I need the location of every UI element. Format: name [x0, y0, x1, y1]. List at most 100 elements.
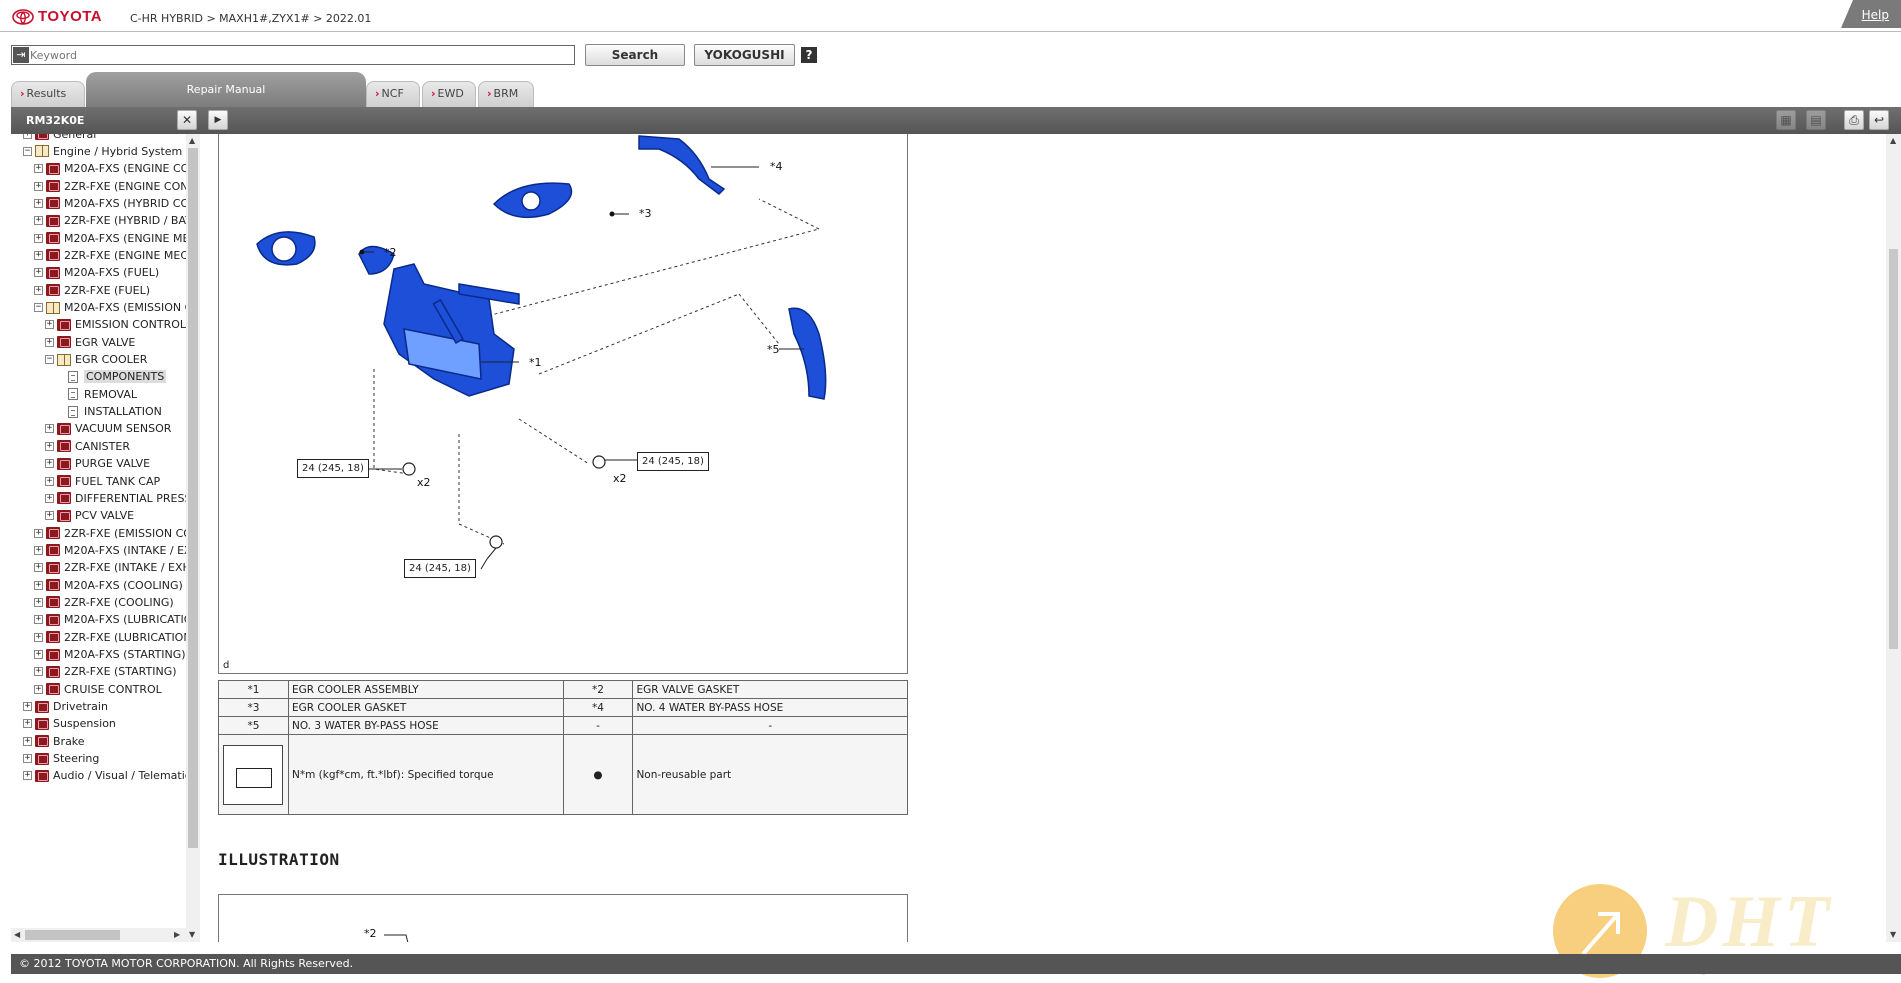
expand-icon[interactable]: + — [34, 528, 43, 538]
tree-item[interactable]: − Engine / Hybrid System — [23, 142, 199, 160]
tree-hscroll-thumb[interactable] — [25, 930, 120, 940]
tree-horizontal-scrollbar[interactable]: ◀ ▶ — [11, 928, 186, 942]
tree-item[interactable]: + Drivetrain — [23, 698, 199, 716]
tree-item[interactable]: + Steering — [23, 750, 199, 768]
tree-item[interactable]: + M20A-FXS (HYBRID CONTROL) — [34, 194, 199, 212]
close-tree-button[interactable]: ✕ — [177, 110, 197, 130]
expand-icon[interactable]: + — [34, 216, 43, 226]
layout-grid-button[interactable]: ▦ — [1776, 110, 1796, 130]
expand-icon[interactable]: + — [23, 736, 32, 746]
question-icon[interactable]: ? — [801, 47, 817, 63]
tab-repair-manual[interactable]: Repair Manual — [86, 72, 366, 107]
expand-icon[interactable]: + — [34, 684, 43, 694]
tree-item[interactable]: +2ZR-FXE (FUEL) — [34, 281, 199, 299]
tab-results[interactable]: › Results — [11, 81, 85, 107]
help-link[interactable]: Help — [1862, 8, 1889, 22]
tree-item[interactable]: + M20A-FXS (ENGINE MECHANICAL) — [34, 229, 199, 247]
expand-icon[interactable]: + — [34, 164, 43, 174]
tree-item[interactable]: + M20A-FXS (COOLING) — [34, 576, 199, 594]
tree-item[interactable]: + EGR VALVE — [45, 333, 199, 351]
scroll-down-icon[interactable]: ▼ — [189, 930, 195, 939]
expand-icon[interactable]: + — [45, 459, 54, 469]
tree-item[interactable]: + M20A-FXS (ENGINE CONTROL) — [34, 160, 199, 178]
scroll-down-icon[interactable]: ▼ — [1890, 930, 1896, 939]
expand-icon[interactable]: + — [34, 268, 43, 278]
tree-item[interactable]: + M20A-FXS (STARTING) — [34, 646, 199, 664]
expand-icon[interactable]: + — [34, 563, 43, 573]
tree-item[interactable]: + M20A-FXS (LUBRICATION) — [34, 611, 199, 629]
expand-icon[interactable]: + — [45, 424, 54, 434]
tree-item[interactable]: +2ZR-FXE (INTAKE / EXHAUST) — [34, 559, 199, 577]
tree-item[interactable]: +2ZR-FXE (ENGINE CONTROL) — [34, 177, 199, 195]
expand-icon[interactable]: + — [23, 754, 32, 764]
expand-icon[interactable]: + — [34, 615, 43, 625]
tree-item[interactable]: − M20A-FXS (EMISSION CONTROL) — [34, 299, 199, 317]
tree-item[interactable]: + FUEL TANK CAP — [45, 472, 199, 490]
tab-ewd[interactable]: › EWD — [422, 81, 476, 107]
expand-icon[interactable]: + — [34, 597, 43, 607]
tree-vertical-scrollbar[interactable]: ▲ ▼ — [186, 134, 200, 942]
tree-item[interactable]: +2ZR-FXE (STARTING) — [34, 663, 199, 681]
tree-item[interactable]: + PCV VALVE — [45, 507, 199, 525]
tree-item[interactable]: + Suspension — [23, 715, 199, 733]
expand-icon[interactable]: + — [34, 580, 43, 590]
tree-item[interactable]: − EGR COOLER — [45, 351, 199, 369]
expand-icon[interactable]: + — [34, 233, 43, 243]
tree-item[interactable]: REMOVAL — [68, 385, 199, 403]
expand-icon[interactable]: + — [23, 134, 32, 139]
tree-item[interactable]: COMPONENTS — [68, 368, 199, 386]
content-scroll-thumb[interactable] — [1889, 249, 1898, 649]
tree-item[interactable]: +2ZR-FXE (ENGINE MECHANICAL) — [34, 246, 199, 264]
tree-item[interactable]: + Audio / Visual / Telematics — [23, 767, 199, 785]
expand-icon[interactable]: + — [45, 511, 54, 521]
back-button[interactable]: ↩ — [1869, 110, 1889, 130]
tree-item[interactable]: INSTALLATION — [68, 403, 199, 421]
scroll-up-icon[interactable]: ▲ — [189, 136, 195, 145]
scroll-right-icon[interactable]: ▶ — [174, 930, 180, 939]
tree-item[interactable]: + EMISSION CONTROL SYSTEM — [45, 316, 199, 334]
expand-icon[interactable]: + — [45, 337, 54, 347]
tree-item[interactable]: + M20A-FXS (FUEL) — [34, 264, 199, 282]
expand-icon[interactable]: + — [45, 493, 54, 503]
expand-icon[interactable]: + — [34, 198, 43, 208]
tree-item[interactable]: + PURGE VALVE — [45, 455, 199, 473]
tree-item[interactable]: + Brake — [23, 732, 199, 750]
expand-icon[interactable]: + — [34, 250, 43, 260]
yokogushi-button[interactable]: YOKOGUSHI — [694, 44, 795, 66]
tree-item[interactable]: + CRUISE CONTROL — [34, 680, 199, 698]
expand-icon[interactable]: + — [34, 667, 43, 677]
expand-icon[interactable]: + — [23, 719, 32, 729]
tab-brm[interactable]: › BRM — [478, 81, 534, 107]
search-button[interactable]: Search — [585, 44, 685, 66]
layout-split-button[interactable]: ▤ — [1806, 110, 1826, 130]
expand-icon[interactable]: + — [34, 650, 43, 659]
expand-icon[interactable]: + — [34, 285, 43, 295]
tree-scroll-thumb[interactable] — [188, 148, 198, 848]
expand-panel-button[interactable]: ▶ — [208, 110, 228, 130]
collapse-icon[interactable]: − — [34, 303, 43, 312]
expand-icon[interactable]: + — [23, 702, 32, 712]
content-vertical-scrollbar[interactable]: ▲ ▼ — [1886, 134, 1901, 942]
scroll-up-icon[interactable]: ▲ — [1890, 136, 1896, 145]
expand-icon[interactable]: + — [23, 771, 32, 781]
keyword-input[interactable] — [30, 46, 572, 64]
expand-icon[interactable]: + — [45, 441, 54, 451]
expand-icon[interactable]: + — [34, 545, 43, 555]
tree-item[interactable]: + M20A-FXS (INTAKE / EXHAUST) — [34, 541, 199, 559]
tab-ncf[interactable]: › NCF — [366, 81, 420, 107]
expand-icon[interactable]: + — [34, 632, 43, 642]
expand-icon[interactable]: + — [34, 181, 43, 191]
tree-item[interactable]: +2ZR-FXE (EMISSION CONTROL) — [34, 524, 199, 542]
tree-item[interactable]: +2ZR-FXE (COOLING) — [34, 593, 199, 611]
scroll-left-icon[interactable]: ◀ — [14, 930, 20, 939]
tree-item[interactable]: +2ZR-FXE (LUBRICATION) — [34, 628, 199, 646]
tree-item[interactable]: + CANISTER — [45, 437, 199, 455]
tree-item[interactable]: + VACUUM SENSOR — [45, 420, 199, 438]
tree-item[interactable]: +2ZR-FXE (HYBRID / BATTERY CONTROL) — [34, 212, 199, 230]
tree-item[interactable]: + DIFFERENTIAL PRESSURE SENSOR — [45, 489, 199, 507]
collapse-icon[interactable]: − — [23, 146, 32, 156]
expand-icon[interactable]: + — [45, 320, 54, 330]
collapse-icon[interactable]: − — [45, 355, 54, 365]
print-button[interactable]: ⎙ — [1844, 110, 1864, 130]
expand-icon[interactable]: + — [45, 476, 54, 486]
